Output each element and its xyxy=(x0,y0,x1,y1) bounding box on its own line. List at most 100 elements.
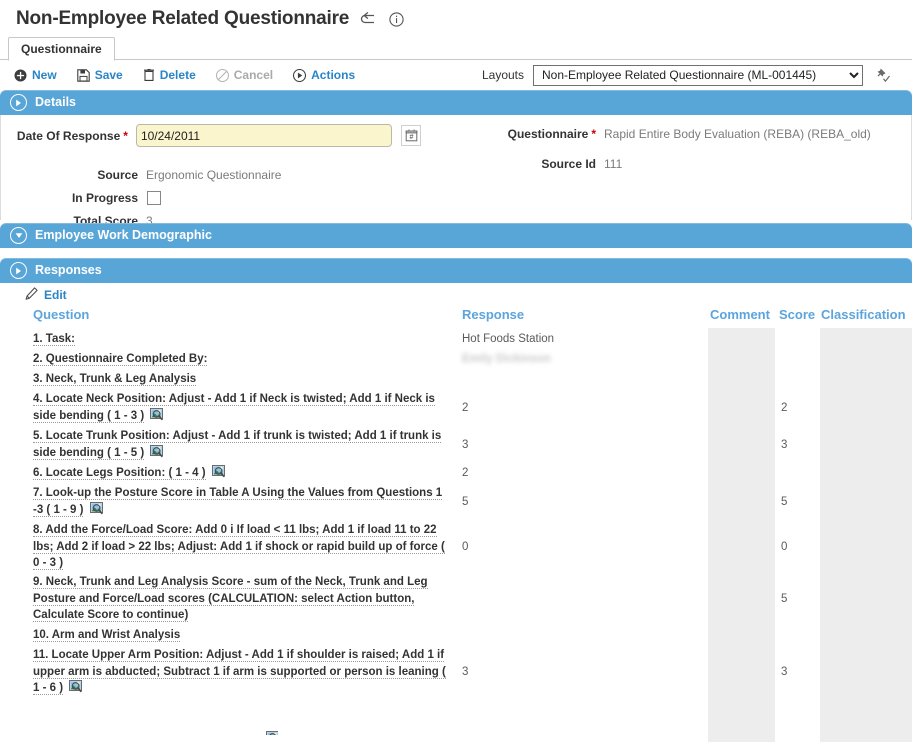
new-button-label: New xyxy=(32,68,57,82)
plus-circle-icon xyxy=(14,69,27,82)
calendar-icon[interactable]: # xyxy=(401,125,421,146)
response-cell[interactable]: 3 xyxy=(462,664,692,680)
image-thumbnail-icon[interactable] xyxy=(211,465,227,478)
response-cell[interactable]: 3 xyxy=(462,437,692,453)
save-button[interactable]: Save xyxy=(76,68,123,82)
response-cell[interactable]: Emily Dickinson xyxy=(462,351,692,367)
image-thumbnail-icon-partial[interactable] xyxy=(263,731,278,735)
image-thumbnail-icon[interactable] xyxy=(69,680,84,693)
classification-cell[interactable] xyxy=(820,331,912,347)
section-title-details: Details xyxy=(35,95,76,110)
layouts-select[interactable]: Non-Employee Related Questionnaire (ML-0… xyxy=(533,64,863,86)
question-cell[interactable]: 5. Locate Trunk Position: Adjust - Add 1… xyxy=(33,428,454,461)
classification-cell[interactable] xyxy=(820,465,912,481)
in-progress-label: In Progress xyxy=(71,191,138,205)
actions-button[interactable]: Actions xyxy=(293,68,355,82)
classification-cell[interactable] xyxy=(820,485,912,518)
source-value: Ergonomic Questionnaire xyxy=(146,168,282,182)
save-button-label: Save xyxy=(94,68,123,82)
section-header-employee-work-demographic[interactable]: Employee Work Demographic xyxy=(0,223,912,248)
comment-cell[interactable] xyxy=(708,647,775,696)
question-text: 1. Task: xyxy=(33,333,75,346)
score-cell[interactable]: 5 xyxy=(781,494,811,510)
actions-button-label: Actions xyxy=(311,68,356,82)
section-title-responses: Responses xyxy=(35,263,102,278)
question-cell[interactable]: 8. Add the Force/Load Score: Add 0 i If … xyxy=(33,522,454,572)
response-cell[interactable]: 5 xyxy=(462,494,692,510)
edit-button[interactable]: Edit xyxy=(25,287,67,303)
delete-button[interactable]: Delete xyxy=(143,68,196,82)
image-thumbnail-icon[interactable] xyxy=(150,407,165,421)
tab-questionnaire[interactable]: Questionnaire xyxy=(8,37,115,61)
comment-cell[interactable] xyxy=(708,574,775,623)
response-cell[interactable]: 2 xyxy=(462,465,692,481)
comment-cell[interactable] xyxy=(708,465,775,481)
column-header-comment[interactable]: Comment xyxy=(710,307,770,323)
question-cell[interactable]: 11. Locate Upper Arm Position: Adjust - … xyxy=(33,647,454,697)
classification-cell[interactable] xyxy=(820,391,912,424)
classification-cell[interactable] xyxy=(820,428,912,461)
in-progress-checkbox[interactable] xyxy=(147,191,161,205)
info-icon[interactable] xyxy=(387,10,405,28)
classification-cell[interactable] xyxy=(820,627,912,643)
column-header-question[interactable]: Question xyxy=(33,307,89,323)
score-cell[interactable]: 2 xyxy=(781,400,811,416)
question-cell[interactable]: 9. Neck, Trunk and Leg Analysis Score - … xyxy=(33,574,454,624)
pushpin-check-icon[interactable] xyxy=(872,65,892,85)
question-cell[interactable]: 2. Questionnaire Completed By: xyxy=(33,351,454,368)
score-cell[interactable]: 3 xyxy=(781,437,811,453)
question-text: 9. Neck, Trunk and Leg Analysis Score - … xyxy=(33,576,428,622)
classification-cell[interactable] xyxy=(820,351,912,367)
image-thumbnail-icon[interactable] xyxy=(266,731,278,735)
return-arrow-icon[interactable] xyxy=(359,10,377,28)
required-marker: * xyxy=(123,128,128,143)
score-cell[interactable]: 5 xyxy=(781,591,811,607)
comment-cell[interactable] xyxy=(708,627,775,643)
question-cell[interactable]: 4. Locate Neck Position: Adjust - Add 1 … xyxy=(33,391,454,424)
comment-cell[interactable] xyxy=(708,371,775,387)
required-marker: * xyxy=(591,127,596,141)
section-header-responses[interactable]: Responses xyxy=(0,258,912,283)
responses-panel: Edit Question Response Comment Score Cla… xyxy=(0,283,912,742)
column-header-classification[interactable]: Classification xyxy=(821,307,906,323)
score-cell[interactable]: 3 xyxy=(781,664,811,680)
response-cell[interactable]: 0 xyxy=(462,539,692,555)
question-cell[interactable]: 6. Locate Legs Position: ( 1 - 4 ) xyxy=(33,465,454,482)
classification-cell[interactable] xyxy=(820,522,912,571)
image-thumbnail-icon[interactable] xyxy=(150,444,165,458)
comment-cell[interactable] xyxy=(708,351,775,367)
classification-cell[interactable] xyxy=(820,371,912,387)
question-cell[interactable]: 7. Look-up the Posture Score in Table A … xyxy=(33,485,454,518)
question-cell[interactable]: 1. Task: xyxy=(33,331,454,348)
section-header-details[interactable]: Details xyxy=(0,90,912,115)
layouts-label: Layouts xyxy=(481,68,524,82)
question-text: 3. Neck, Trunk & Leg Analysis xyxy=(33,373,197,386)
comment-cell[interactable] xyxy=(708,428,775,461)
response-cell[interactable]: 2 xyxy=(462,400,692,416)
new-button[interactable]: New xyxy=(14,68,57,82)
triangle-right-icon xyxy=(10,94,27,111)
column-header-score[interactable]: Score xyxy=(779,307,815,323)
edit-label: Edit xyxy=(44,288,67,302)
question-cell[interactable]: 3. Neck, Trunk & Leg Analysis xyxy=(33,371,454,388)
floppy-disk-icon xyxy=(76,68,90,82)
comment-cell[interactable] xyxy=(708,485,775,518)
pencil-icon xyxy=(25,287,38,303)
classification-cell[interactable] xyxy=(820,647,912,696)
delete-button-label: Delete xyxy=(159,68,196,82)
comment-cell[interactable] xyxy=(708,391,775,424)
trash-icon xyxy=(143,68,155,82)
image-thumbnail-icon[interactable] xyxy=(89,501,105,515)
response-cell[interactable]: Hot Foods Station xyxy=(462,331,692,347)
svg-text:#: # xyxy=(409,134,413,141)
column-header-response[interactable]: Response xyxy=(462,307,524,323)
comment-cell[interactable] xyxy=(708,522,775,571)
classification-cell[interactable] xyxy=(820,574,912,623)
score-cell[interactable]: 0 xyxy=(781,539,811,555)
cancel-button-label: Cancel xyxy=(233,68,274,82)
comment-cell[interactable] xyxy=(708,331,775,347)
questionnaire-label: Questionnaire * xyxy=(507,127,596,141)
cancel-button[interactable]: Cancel xyxy=(215,68,274,82)
question-cell[interactable]: 10. Arm and Wrist Analysis xyxy=(33,627,454,644)
date-of-response-input[interactable] xyxy=(135,124,393,147)
